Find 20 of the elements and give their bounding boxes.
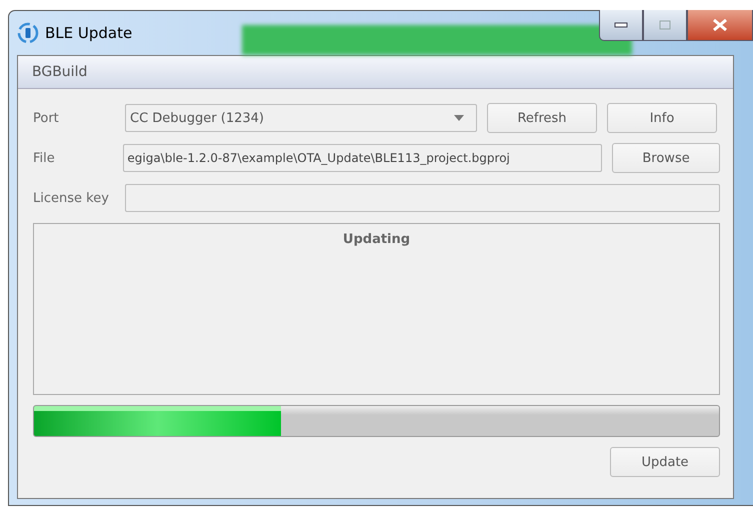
menu-item[interactable]: BGBuild [32,64,88,80]
dropdown-arrow-icon [454,115,464,121]
browse-button[interactable]: Browse [612,143,720,173]
close-icon [712,19,728,31]
info-icon [17,22,39,44]
port-label: Port [33,110,60,126]
minimize-button[interactable] [599,10,643,41]
maximize-icon [659,20,671,30]
status-title: Updating [342,232,410,249]
license-key-label: License key [33,190,110,206]
file-field[interactable]: egiga\ble-1.2.0-87\example\OTA_Update\BLE113_project.bgproj [123,144,602,172]
port-dropdown[interactable]: CC Debugger (1234) [125,104,477,132]
file-label: File [33,150,56,166]
minimize-icon [614,22,628,28]
window-title: BLE Update [45,24,132,42]
refresh-button[interactable]: Refresh [487,103,597,133]
maximize-button[interactable] [643,10,687,41]
info-button[interactable]: Info [607,103,717,133]
update-button[interactable]: Update [610,447,720,477]
close-button[interactable] [687,10,753,41]
